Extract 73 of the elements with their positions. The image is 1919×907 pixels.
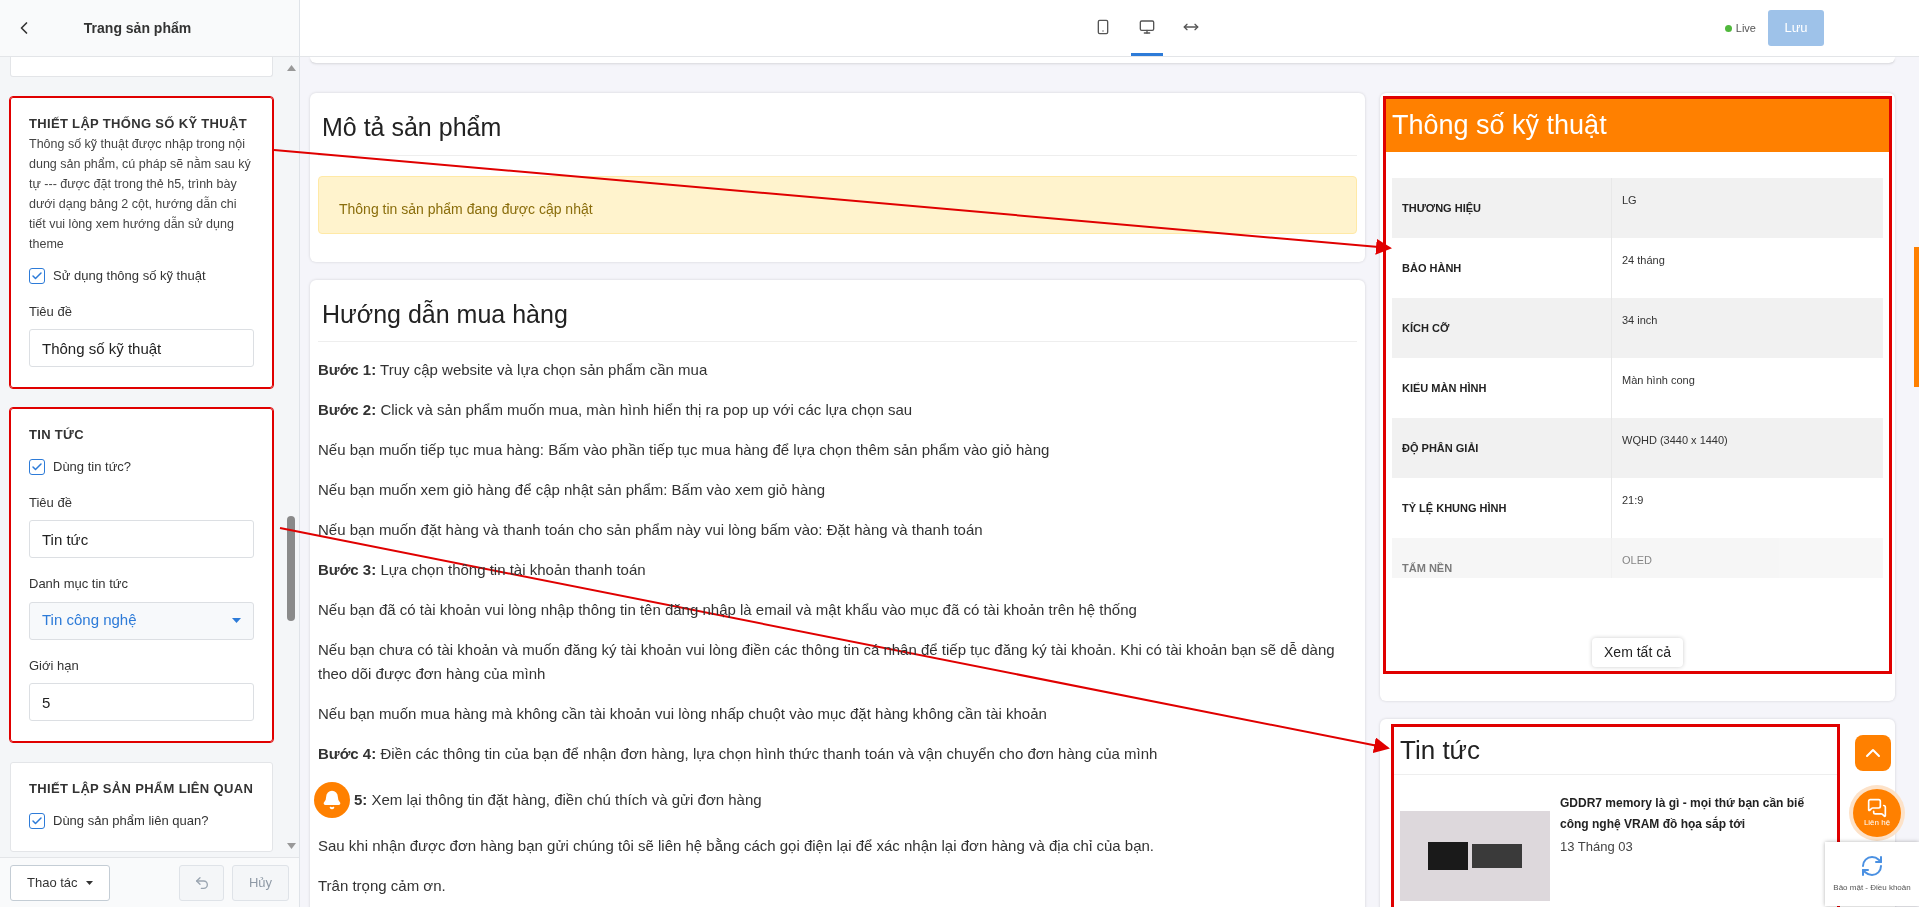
notification-bell-button[interactable] — [314, 782, 350, 818]
checkbox-label: Sử dụng thông số kỹ thuật — [53, 267, 206, 285]
guide-paragraph: Bước 4: Điền các thông tin của bạn để nhận đơn hàng, lựa chọn hình thức thanh toán và vận chuyển cho đơn hàng của mình — [318, 744, 1158, 764]
section-heading: THIẾT LẬP THỐNG SỐ KỸ THUẬT — [29, 115, 248, 133]
field-label: Danh mục tin tức — [29, 575, 130, 593]
field-label: Tiêu đề — [29, 302, 73, 321]
specs-title-bar: Thông số kỹ thuật — [1386, 99, 1889, 152]
guide-paragraph: Nếu bạn muốn đặt hàng và thanh toán cho sản phẩm này vui lòng bấm vào: Đặt hàng và thanh toán — [318, 520, 983, 540]
guide-paragraph: Nếu bạn muốn tiếp tục mua hàng: Bấm vào phần tiếp tục mua hàng để lựa chọn thêm sản phẩm vào giỏ hàng — [318, 440, 1050, 460]
spec-value: Màn hình cong — [1621, 372, 1696, 388]
recaptcha-text: Bảo mật - Điều khoản — [1833, 882, 1911, 894]
spec-value: LG — [1621, 192, 1638, 208]
spec-name: THƯƠNG HIỆU — [1392, 177, 1612, 238]
card-title: Tin tức — [1394, 726, 1837, 775]
card-title: Hướng dẫn mua hàng — [318, 287, 1357, 342]
caret-icon — [85, 880, 93, 885]
scrollbar-thumb[interactable] — [287, 516, 295, 621]
view-all-button[interactable]: Xem tất cả — [1592, 637, 1683, 667]
field-label: Tiêu đề — [29, 493, 73, 512]
spec-value: WQHD (3440 x 1440) — [1621, 432, 1729, 448]
mobile-icon — [1095, 18, 1111, 35]
sidebar-title: Trang sản phẩm — [82, 18, 193, 38]
spec-value: 34 inch — [1621, 312, 1659, 328]
input-field[interactable]: 5 — [29, 683, 254, 721]
section-description: Thông số kỹ thuật được nhập trong nội dung sản phẩm, cú pháp sẽ nằm sau ký tự --- được đặt trong thẻ h5, trình bày dưới dạng bảng 2 cột, hướng dẫn chi tiết vui lòng xem hướng dẫn sử dụng theme — [29, 136, 252, 253]
spec-value: 24 tháng — [1621, 252, 1666, 268]
spec-name: KIỂU MÀN HÌNH — [1392, 357, 1612, 418]
scroll-top-button[interactable] — [1855, 735, 1891, 771]
guide-paragraph: Trân trọng cảm ơn. — [318, 876, 446, 896]
actions-dropdown-button[interactable]: Thao tác — [10, 864, 110, 901]
notice-text: Thông tin sản phẩm đang được cập nhật — [339, 200, 593, 217]
news-date: 13 Tháng 03 — [1560, 837, 1634, 856]
card-title: Mô tả sản phẩm — [318, 101, 1357, 156]
input-field[interactable]: Thông số kỹ thuật — [29, 329, 254, 367]
scroll-up-icon — [286, 65, 296, 71]
spec-name: TỶ LỆ KHUNG HÌNH — [1392, 477, 1612, 538]
guide-paragraph: Sau khi nhận được đơn hàng bạn gửi chúng tôi sẽ liên hệ bằng cách gọi điện lại để xác nhận lại đơn hàng và địa chỉ của bạn. — [318, 836, 1154, 856]
guide-paragraph: Nếu bạn muốn xem giỏ hàng để cập nhật sản phẩm: Bấm vào xem giỏ hàng — [318, 480, 825, 500]
guide-paragraph: 5: Xem lại thông tin đặt hàng, điền chú thích và gửi đơn hàng — [354, 790, 762, 810]
scroll-down-icon — [286, 843, 296, 849]
checkbox[interactable] — [29, 267, 45, 284]
section-heading: THIẾT LẬP SẢN PHẨM LIÊN QUAN — [29, 780, 254, 798]
recaptcha-icon — [1860, 854, 1884, 878]
check-icon — [31, 814, 43, 827]
bell-icon — [322, 790, 342, 810]
section-heading: TIN TỨC — [29, 426, 85, 444]
live-status: Live — [1735, 20, 1756, 36]
guide-paragraph: Bước 1: Truy cập website và lựa chọn sản phẩm cần mua — [318, 360, 708, 380]
undo-button[interactable] — [179, 864, 224, 901]
checkbox[interactable] — [29, 458, 45, 475]
spec-value: OLED — [1621, 552, 1653, 568]
select-dropdown[interactable]: Tin công nghệ — [29, 601, 254, 640]
desktop-icon — [1139, 18, 1155, 35]
checkbox-label: Dùng tin tức? — [53, 458, 132, 476]
field-label: Giới hạn — [29, 656, 80, 675]
spec-name: ĐỘ PHÂN GIẢI — [1392, 417, 1612, 478]
spec-value: 21:9 — [1621, 492, 1645, 508]
spec-name: KÍCH CỠ — [1392, 297, 1612, 358]
checkbox-label: Dùng sản phẩm liên quan? — [53, 812, 209, 830]
guide-paragraph: Nếu bạn muốn mua hàng mà không cần tài khoản vui lòng nhấp chuột vào mục đặt hàng không cần tài khoản — [318, 704, 1047, 724]
input-field[interactable]: Tin tức — [29, 520, 254, 558]
news-title: GDDR7 memory là gì - mọi thứ bạn cần biế công nghệ VRAM đồ họa sắp tới — [1560, 794, 1806, 833]
undo-icon — [193, 874, 210, 891]
spec-name: BẢO HÀNH — [1392, 237, 1612, 298]
check-icon — [31, 460, 43, 473]
spec-name: TẤM NỀN — [1392, 537, 1612, 578]
guide-paragraph: Bước 2: Click và sản phẩm muốn mua, màn hình hiển thị ra pop up với các lựa chọn sau — [318, 400, 913, 420]
check-icon — [31, 269, 43, 282]
chat-icon — [1867, 798, 1887, 818]
checkbox[interactable] — [29, 812, 45, 829]
scrollbar-thumb[interactable] — [1914, 247, 1919, 387]
caret-icon — [232, 618, 241, 623]
input-field[interactable] — [10, 57, 273, 77]
